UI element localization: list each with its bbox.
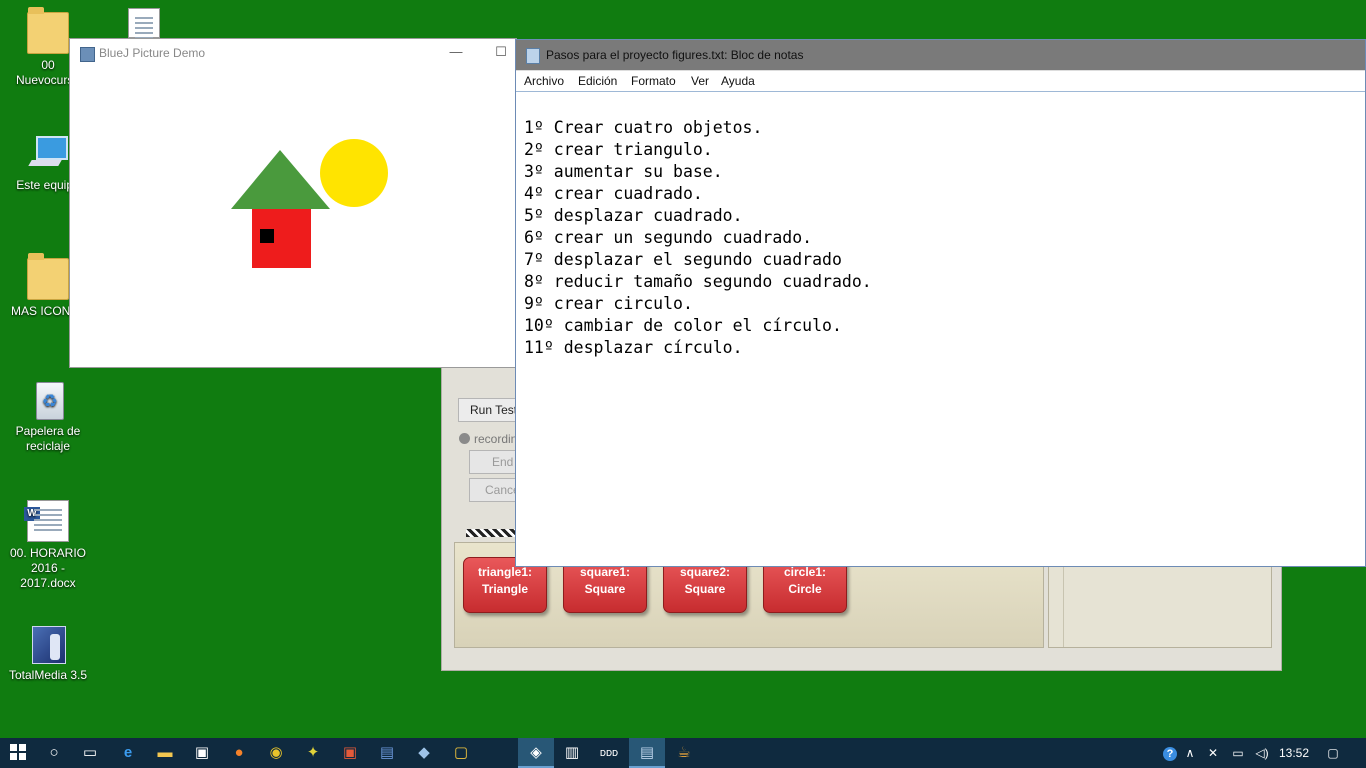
text-line: 1º Crear cuatro objetos. [524,118,763,137]
firefox-icon[interactable]: ● [221,738,257,768]
desktop-icon-papelera[interactable]: ♻ Papelera de reciclaje [5,380,91,454]
file-explorer-icon[interactable]: ▬ [147,738,183,768]
network-icon[interactable]: ▭ [1228,738,1248,768]
square-window [260,229,274,243]
menu-formato[interactable]: Formato [631,74,676,88]
text-line: 6º crear un segundo cuadrado. [524,228,813,247]
text-line: 8º reducir tamaño segundo cuadrado. [524,272,872,291]
java-app-icon [80,47,95,62]
clock[interactable]: 13:52 [1276,738,1312,768]
start-icon[interactable] [0,738,36,768]
picture-demo-window: BlueJ Picture Demo — ☐ [69,38,517,368]
triangle-roof [231,150,330,209]
text-line: 9º crear circulo. [524,294,693,313]
object-type: Triangle [481,582,528,596]
chrome-icon[interactable]: ◉ [258,738,294,768]
object-type: Square [684,582,726,596]
help-icon[interactable]: ? [1160,738,1180,768]
menu-edicion[interactable]: Edición [578,74,617,88]
search-icon[interactable]: ○ [36,738,72,768]
notepad-menubar: Archivo Edición Formato Ver Ayuda [516,71,1365,91]
text-line: 2º crear triangulo. [524,140,713,159]
app-icon[interactable]: ▣ [332,738,368,768]
record-dot-icon [459,433,470,444]
window-title: Pasos para el proyecto figures.txt: Bloc… [546,48,804,62]
circle-sun [320,139,388,207]
notepad-titlebar[interactable]: Pasos para el proyecto figures.txt: Bloc… [516,40,1365,71]
object-type: Square [584,582,626,596]
picture-demo-titlebar[interactable]: BlueJ Picture Demo — ☐ [70,39,516,67]
bluej-icon[interactable]: ◈ [518,738,554,768]
java-icon[interactable]: ☕ [666,738,702,768]
app-icon[interactable]: ▢ [443,738,479,768]
computer-icon [28,134,68,174]
notepad-window: Pasos para el proyecto figures.txt: Bloc… [515,39,1366,567]
text-line: 3º aumentar su base. [524,162,723,181]
folder-icon [27,253,69,300]
picture-canvas [231,139,388,268]
notifications-icon[interactable]: ▢ [1322,738,1344,768]
notepad-text-area[interactable]: 1º Crear cuatro objetos. 2º crear triangu… [516,91,1365,566]
notepad-icon[interactable]: ▤ [629,738,665,768]
chevron-up-icon[interactable]: ∧ [1182,738,1198,768]
totalmedia-icon [28,624,68,664]
taskbar: ○ ▭ e ▬ ▣ ● ◉ ✦ ▣ ▤ ◆ ▢ ◈ ▥ ᴅᴅᴅ ▤ ☕ ? ∧ … [0,738,1366,768]
text-line: 11º desplazar círculo. [524,338,743,357]
edge-icon[interactable]: e [110,738,146,768]
task-view-icon[interactable]: ▭ [72,738,108,768]
menu-archivo[interactable]: Archivo [524,74,564,88]
desktop-icon-horario[interactable]: W 00. HORARIO 2016 - 2017.docx [5,500,91,591]
text-line: 10º cambiar de color el círculo. [524,316,842,335]
text-line: 7º desplazar el segundo cuadrado [524,250,842,269]
notepad-icon [526,48,540,64]
text-line: 5º desplazar cuadrado. [524,206,743,225]
window-title: BlueJ Picture Demo [99,46,206,60]
volume-icon[interactable]: ◁) [1252,738,1272,768]
app-icon[interactable]: ✦ [295,738,331,768]
store-icon[interactable]: ▣ [184,738,220,768]
document-icon [128,8,160,39]
menu-ayuda[interactable]: Ayuda [721,74,755,88]
text-line: 4º crear cuadrado. [524,184,703,203]
word-icon[interactable]: ▤ [369,738,405,768]
folder-icon [27,7,69,54]
desktop-icon-label: 00. HORARIO 2016 - 2017.docx [9,546,87,590]
app-icon[interactable]: ▥ [554,738,590,768]
minimize-icon[interactable]: — [447,43,465,61]
desktop-icon-label: Papelera de reciclaje [15,424,81,453]
desktop-icon-label: TotalMedia 3.5 [8,668,88,682]
app-icon[interactable]: ◆ [406,738,442,768]
maximize-icon[interactable]: ☐ [492,43,510,61]
recycle-bin-icon: ♻ [28,380,68,420]
desktop-icon-totalmedia[interactable]: TotalMedia 3.5 [5,624,91,683]
desktop-icon-document[interactable] [101,8,187,42]
object-type: Circle [788,582,822,596]
word-document-icon: W [24,500,69,542]
input-method-icon[interactable]: ✕ [1202,738,1224,768]
menu-ver[interactable]: Ver [691,74,709,88]
app-icon[interactable]: ᴅᴅᴅ [591,738,627,768]
